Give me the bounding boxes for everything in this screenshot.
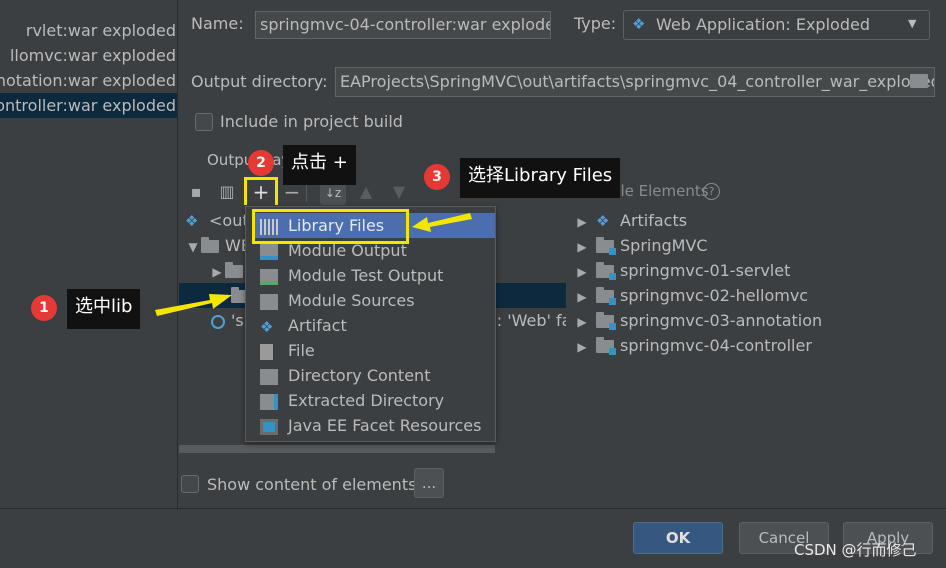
arrow-to-library-files	[412, 213, 472, 232]
footer-divider	[0, 508, 946, 509]
callout-badge-3: 3	[424, 164, 450, 190]
arrow-to-lib	[155, 294, 232, 316]
callout-badge-2: 2	[248, 150, 274, 176]
show-content-options-button[interactable]: ...	[414, 468, 444, 498]
show-content-checkbox[interactable]	[181, 475, 199, 493]
ok-button[interactable]: OK	[633, 522, 723, 554]
callout-select-library-files: 选择Library Files	[460, 158, 621, 198]
callout-badge-1: 1	[31, 295, 57, 321]
watermark: CSDN @行而修己	[794, 541, 917, 559]
show-content-label: Show content of elements	[207, 475, 417, 494]
annotation-arrows	[155, 213, 472, 316]
callout-select-lib: 选中lib	[67, 289, 141, 329]
callout-click-add: 点击 +	[283, 145, 356, 185]
